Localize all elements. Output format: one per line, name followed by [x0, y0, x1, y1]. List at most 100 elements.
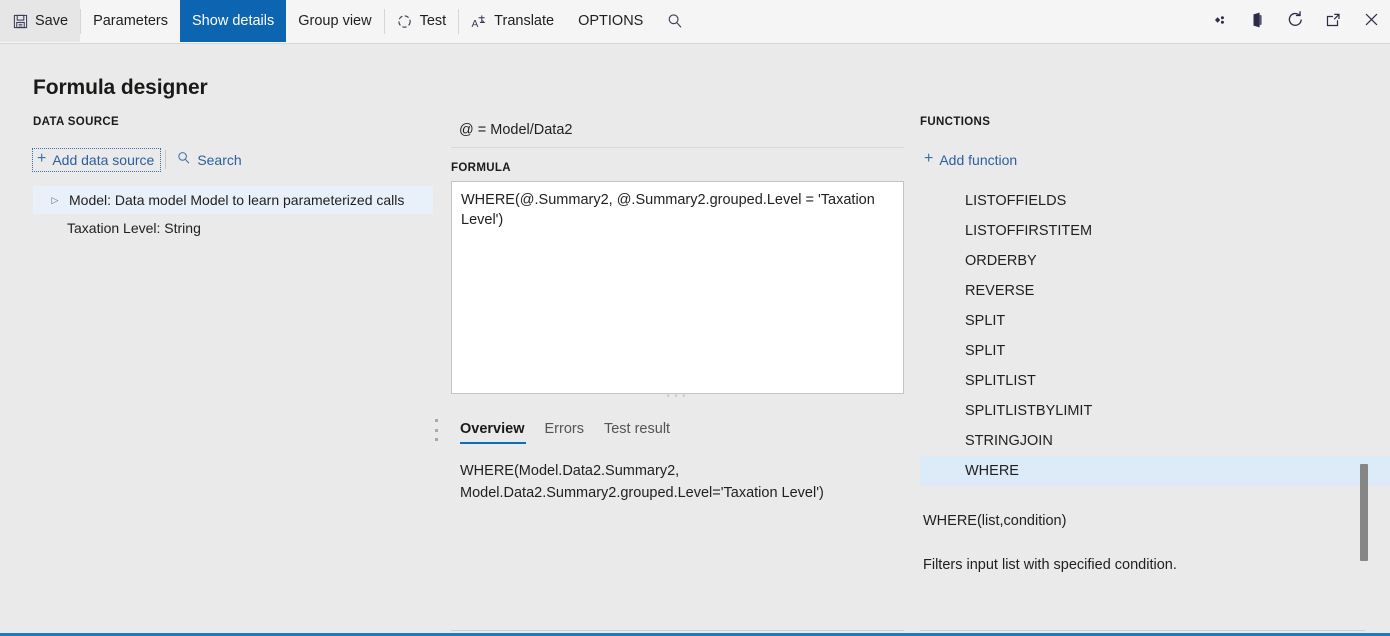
- group-view-button[interactable]: Group view: [286, 0, 383, 42]
- list-item[interactable]: LISTOFFIRSTITEM: [920, 216, 1365, 246]
- save-button[interactable]: Save: [0, 0, 81, 42]
- list-item[interactable]: SPLIT: [920, 306, 1365, 336]
- tree-item-label: Model: Data model Model to learn paramet…: [69, 192, 405, 208]
- function-name: STRINGJOIN: [965, 433, 1053, 449]
- options-button[interactable]: OPTIONS: [566, 0, 655, 42]
- function-name: SPLIT: [965, 313, 1006, 329]
- formula-context-line: @ = Model/Data2: [451, 116, 904, 148]
- search-button[interactable]: [655, 0, 695, 42]
- options-label: OPTIONS: [578, 13, 644, 29]
- svg-text:A: A: [472, 19, 479, 29]
- page-title: Formula designer: [33, 76, 208, 99]
- list-item[interactable]: LISTOFFIELDS: [920, 186, 1365, 216]
- save-icon: [12, 13, 28, 29]
- function-signature: WHERE(list,condition): [923, 513, 1067, 529]
- refresh-icon-button[interactable]: [1276, 0, 1314, 42]
- data-source-section-label: DATA SOURCE: [33, 116, 120, 128]
- translate-icon: A: [471, 13, 487, 29]
- function-name: WHERE: [965, 463, 1019, 479]
- progress-circle-icon: [397, 13, 413, 29]
- overview-content: WHERE(Model.Data2.Summary2, Model.Data2.…: [460, 463, 824, 502]
- functions-scrollbar-thumb[interactable]: [1360, 464, 1368, 561]
- parameters-label: Parameters: [93, 13, 169, 29]
- list-item[interactable]: SPLIT: [920, 336, 1365, 366]
- functions-section-label: FUNCTIONS: [920, 116, 991, 128]
- list-item[interactable]: ORDERBY: [920, 246, 1365, 276]
- formula-input[interactable]: WHERE(@.Summary2, @.Summary2.grouped.Lev…: [451, 181, 904, 394]
- formula-section-label: FORMULA: [451, 162, 511, 174]
- functions-toolbar: + Add function: [920, 147, 1365, 172]
- add-data-source-label: Add data source: [52, 151, 155, 168]
- function-description: Filters input list with specified condit…: [923, 557, 1177, 573]
- result-tabs: Overview Errors Test result: [451, 413, 904, 444]
- search-data-source-button[interactable]: Search: [173, 148, 247, 171]
- function-name: SPLITLIST: [965, 373, 1036, 389]
- tab-test-result[interactable]: Test result: [594, 417, 680, 444]
- office-app-icon-button[interactable]: [1238, 0, 1276, 42]
- function-name: ORDERBY: [965, 253, 1037, 269]
- show-details-button[interactable]: Show details: [180, 0, 287, 42]
- command-bar: Save Parameters Show details Group view …: [0, 0, 1390, 44]
- data-source-toolbar: + Add data source Search: [31, 147, 433, 172]
- bottom-divider-center: [451, 630, 904, 631]
- popout-icon: [1324, 11, 1342, 32]
- popout-icon-button[interactable]: [1314, 0, 1352, 42]
- close-icon: [1363, 11, 1380, 31]
- show-details-label: Show details: [192, 13, 275, 29]
- list-item[interactable]: STRINGJOIN: [920, 426, 1365, 456]
- function-name: LISTOFFIELDS: [965, 193, 1067, 209]
- bottom-divider-right: [920, 630, 1365, 631]
- translate-label: Translate: [494, 13, 555, 29]
- function-name: SPLIT: [965, 343, 1006, 359]
- test-button[interactable]: Test: [385, 0, 459, 42]
- diamond-settings-icon-button[interactable]: [1200, 0, 1238, 42]
- tab-errors-label: Errors: [544, 421, 584, 437]
- tree-item-model[interactable]: ▷ Model: Data model Model to learn param…: [33, 186, 433, 214]
- pane-splitter-handle[interactable]: [433, 419, 440, 441]
- plus-icon: +: [37, 149, 47, 167]
- group-view-label: Group view: [298, 13, 372, 29]
- function-name: REVERSE: [965, 283, 1035, 299]
- tree-item-label: Taxation Level: String: [67, 220, 201, 236]
- chevron-right-icon[interactable]: ▷: [43, 195, 67, 206]
- tree-item-taxation-level[interactable]: Taxation Level: String: [33, 214, 433, 242]
- toolbar-divider: [165, 150, 167, 169]
- add-data-source-button[interactable]: + Add data source: [31, 147, 162, 172]
- function-name: SPLITLISTBYLIMIT: [965, 403, 1093, 419]
- formula-pane: @ = Model/Data2 FORMULA WHERE(@.Summary2…: [451, 116, 904, 505]
- add-function-label: Add function: [939, 151, 1018, 168]
- formula-designer-window: Save Parameters Show details Group view …: [0, 0, 1390, 636]
- splitter-dot: [435, 428, 438, 432]
- search-label: Search: [197, 151, 242, 168]
- list-item[interactable]: SPLITLISTBYLIMIT: [920, 396, 1365, 426]
- data-source-pane: DATA SOURCE + Add data source Search ▷ M…: [31, 116, 433, 242]
- translate-button[interactable]: A Translate: [459, 0, 566, 42]
- command-bar-right-icons: [1200, 0, 1390, 43]
- data-source-tree: ▷ Model: Data model Model to learn param…: [33, 186, 433, 242]
- close-button[interactable]: [1352, 0, 1390, 42]
- parameters-button[interactable]: Parameters: [81, 0, 180, 42]
- test-label: Test: [419, 13, 447, 29]
- plus-icon: +: [924, 149, 934, 167]
- save-label: Save: [35, 13, 69, 29]
- tab-errors[interactable]: Errors: [535, 417, 594, 444]
- search-icon: [667, 13, 683, 29]
- formula-resize-handle[interactable]: ‧‧‧: [451, 389, 904, 407]
- search-icon: [177, 151, 191, 168]
- splitter-dot: [435, 438, 438, 441]
- refresh-icon: [1286, 10, 1305, 32]
- add-function-button[interactable]: + Add function: [920, 149, 1023, 171]
- list-item-where[interactable]: WHERE: [920, 456, 1390, 486]
- functions-list: LISTOFFIELDS LISTOFFIRSTITEM ORDERBY REV…: [920, 186, 1390, 561]
- page-content: Formula designer DATA SOURCE + Add data …: [0, 44, 1390, 633]
- office-app-icon: [1248, 11, 1266, 32]
- function-name: LISTOFFIRSTITEM: [965, 223, 1093, 239]
- splitter-dot: [435, 419, 438, 422]
- functions-pane: FUNCTIONS + Add function LISTOFFIELDS LI…: [920, 116, 1390, 573]
- tab-overview[interactable]: Overview: [451, 417, 535, 444]
- list-item[interactable]: SPLITLIST: [920, 366, 1365, 396]
- list-item[interactable]: REVERSE: [920, 276, 1365, 306]
- tab-overview-label: Overview: [460, 421, 525, 437]
- diamond-settings-icon: [1210, 11, 1228, 32]
- tab-test-result-label: Test result: [603, 421, 671, 437]
